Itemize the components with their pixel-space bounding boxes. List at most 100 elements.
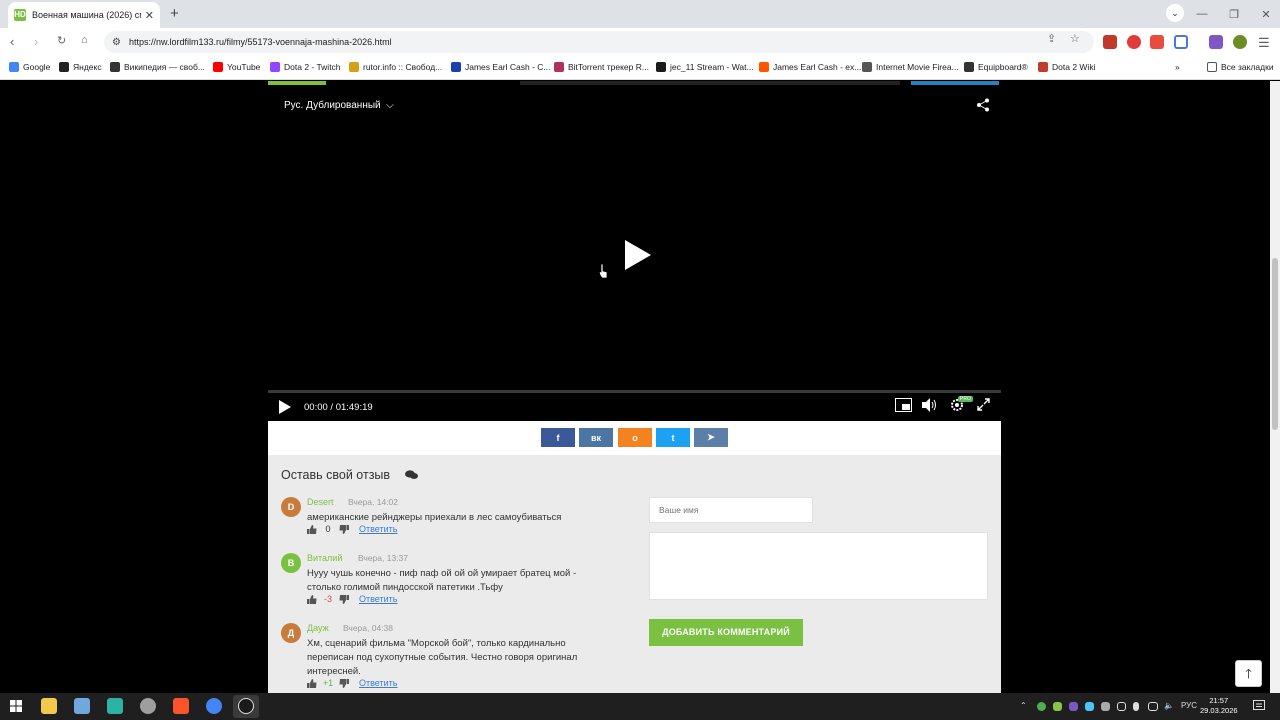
clock-time: 21:57 [1209,696,1229,705]
all-bookmarks-button[interactable]: Все закладки [1207,62,1274,72]
maximize-icon[interactable]: ❐ [1218,8,1250,21]
clock[interactable]: 21:57 29.03.2026 [1200,696,1238,716]
extension-1-icon[interactable] [1103,35,1117,49]
bookmark-label: Википедия — своб... [124,62,205,72]
more-bookmarks-button[interactable]: » [1175,62,1180,72]
extension-3-icon[interactable] [1150,35,1164,49]
speaker-icon[interactable]: 🔈 [1164,701,1174,710]
tray-app-3-icon[interactable] [1069,702,1078,711]
reply-link[interactable]: Ответить [359,678,397,688]
avatar: D [281,497,301,517]
fullscreen-icon[interactable] [977,398,990,411]
extension-2-icon[interactable] [1127,35,1141,49]
picture-in-picture-icon[interactable] [895,398,912,412]
bookmark-star-icon[interactable]: ☆ [1070,32,1080,45]
bookmark-item[interactable]: Википедия — своб... [110,62,205,72]
notifications-icon[interactable] [1253,700,1265,712]
bookmark-label: jec_11 Stream - Wat... [670,62,754,72]
profile-avatar[interactable] [1233,35,1247,49]
tab-search-button[interactable]: ⌄ [1166,4,1184,22]
close-window-icon[interactable]: ✕ [1250,8,1280,21]
vk-icon: вк [590,432,602,443]
yandex-icon [59,62,69,72]
back-icon[interactable]: ‹ [10,34,14,49]
bookmark-item[interactable]: Яндекс [59,62,102,72]
browser-tab[interactable]: HD Военная машина (2026) смотр ✕ [8,2,160,28]
network-icon[interactable] [1148,702,1158,711]
comment-textarea[interactable] [649,532,988,600]
steam-icon[interactable] [238,698,254,714]
new-tab-button[interactable]: + [170,5,179,22]
share-facebook-button[interactable]: f [541,428,575,447]
thumbs-up-icon[interactable] [307,594,317,604]
microphone-icon[interactable] [1133,702,1139,711]
thumbs-down-icon[interactable] [339,524,349,534]
volume-icon[interactable] [922,398,938,412]
bookmark-item[interactable]: BitTorrent трекер R... [554,62,649,72]
site-info-icon[interactable]: ⚙ [112,37,121,48]
app-icon[interactable] [140,698,156,714]
bookmark-item[interactable]: jec_11 Stream - Wat... [656,62,754,72]
address-bar[interactable]: ⚙ https://nw.lordfilm133.ru/filmy/55173-… [104,31,1094,53]
thumbs-up-icon[interactable] [307,524,317,534]
bookmark-item[interactable]: Internet Movie Firea... [862,62,959,72]
bookmark-item[interactable]: James Earl Cash - C... [451,62,551,72]
reply-link[interactable]: Ответить [359,594,397,604]
bookmark-item[interactable]: Google [9,62,50,72]
tiktok-app-icon[interactable] [107,698,123,714]
tray-app-5-icon[interactable] [1101,702,1110,711]
play-icon[interactable] [279,400,291,414]
share-telegram-button[interactable]: ➤ [694,428,728,447]
bookmark-item[interactable]: YouTube [213,62,260,72]
media-icon[interactable] [1209,35,1223,49]
reload-icon[interactable]: ↻ [57,34,66,47]
chrome-icon[interactable] [206,698,222,714]
share-page-icon[interactable]: ⇪ [1047,32,1056,45]
thumbs-down-icon[interactable] [339,594,349,604]
scrollbar-thumb[interactable] [1272,258,1278,430]
language-indicator[interactable]: РУС [1181,701,1197,710]
comment-author[interactable]: Дауж [307,623,329,633]
bookmark-label: BitTorrent трекер R... [568,62,649,72]
voice-track-select[interactable]: Рус. Дублированный ⌵ [284,100,394,111]
minimize-icon[interactable]: — [1186,8,1218,20]
comment-author[interactable]: Desert [307,497,334,507]
play-big-icon[interactable] [625,240,651,270]
bookmark-label: Google [23,62,51,72]
share-icon[interactable] [976,98,990,112]
tray-app-6-icon[interactable] [1117,702,1126,711]
reply-link[interactable]: Ответить [359,524,397,534]
forward-icon[interactable]: › [34,34,38,49]
tray-app-1-icon[interactable] [1037,702,1046,711]
add-comment-button[interactable]: ДОБАВИТЬ КОММЕНТАРИЙ [649,619,803,646]
comment-author[interactable]: Виталий [307,553,342,563]
browser-menu-icon[interactable]: ☰ [1258,35,1270,51]
bookmark-item[interactable]: James Earl Cash - ex... [759,62,861,72]
share-vk-button[interactable]: вк [579,428,613,447]
name-input[interactable] [649,497,813,523]
tray-app-2-icon[interactable] [1053,702,1062,711]
notepad-icon[interactable] [74,698,90,714]
bookmark-item[interactable]: Dota 2 Wiki [1038,62,1095,72]
tab-close-icon[interactable]: ✕ [145,9,154,22]
bookmark-item[interactable]: Dota 2 - Twitch [270,62,341,72]
brave-icon[interactable] [173,698,189,714]
thumbs-down-icon[interactable] [339,678,349,688]
tray-chevron-icon[interactable]: ⌃ [1020,701,1027,710]
progress-bar[interactable] [268,390,1001,393]
share-odnoklassniki-button[interactable]: o [618,428,652,447]
bookmark-label: rutor.info :: Свобод... [363,62,443,72]
thumbs-up-icon[interactable] [307,678,317,688]
tray-app-4-icon[interactable] [1085,702,1094,711]
bookmark-label: James Earl Cash - C... [465,62,551,72]
share-twitter-button[interactable]: t [656,428,690,447]
bookmark-item[interactable]: rutor.info :: Свобод... [349,62,442,72]
file-explorer-icon[interactable] [41,698,57,714]
youtube-icon [213,62,223,72]
windows-start-icon[interactable] [10,700,22,712]
scroll-to-top-button[interactable]: 🡑 [1235,660,1262,687]
home-icon[interactable]: ⌂ [81,34,88,46]
twitter-icon: t [671,432,675,443]
extensions-puzzle-icon[interactable] [1174,35,1188,49]
bookmark-item[interactable]: Equipboard® [964,62,1028,72]
